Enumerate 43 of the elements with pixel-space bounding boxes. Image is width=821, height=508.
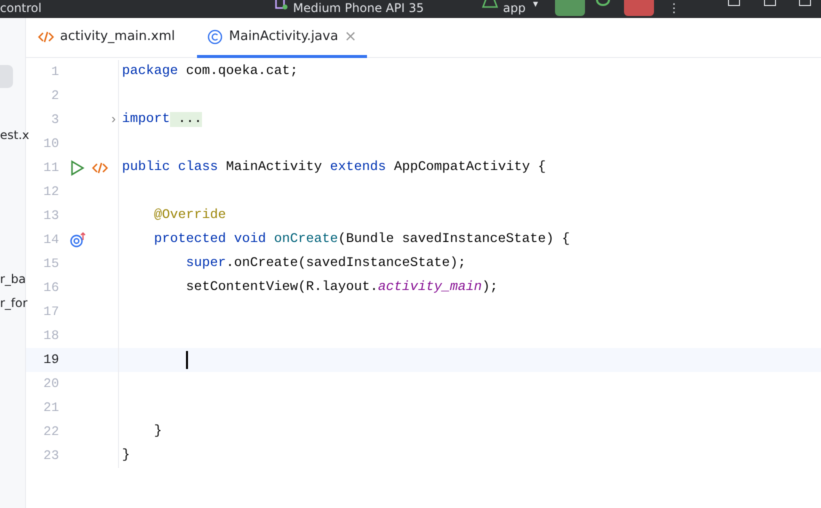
project-name[interactable]: control: [0, 1, 42, 16]
line-number: 18: [42, 327, 59, 346]
text-cursor: [186, 351, 188, 369]
line-number: 14: [42, 231, 59, 250]
line-number: 22: [42, 423, 59, 442]
line-number: 3: [50, 111, 59, 130]
file-tab[interactable]: activity_main.xml: [28, 18, 186, 58]
file-name[interactable]: r_for: [0, 294, 28, 312]
code-line: setContentView(R.layout.activity_main);: [184, 279, 498, 297]
line-number: 19: [42, 351, 59, 370]
code-line: package com.qoeka.cat;: [122, 63, 298, 81]
code-line: }: [122, 447, 130, 465]
code-line: @Override: [152, 207, 226, 225]
code-line: super.onCreate(savedInstanceState);: [184, 255, 466, 273]
device-icon: [274, 0, 288, 10]
line-number: 23: [42, 447, 59, 466]
class-icon: [207, 28, 224, 44]
line-number: 1: [50, 63, 59, 82]
code-line: import ...: [122, 111, 202, 129]
line-number: 13: [42, 207, 59, 226]
file-name[interactable]: est.x: [0, 126, 30, 144]
code-line: protected void onCreate(Bundle savedInstanceState) {: [152, 231, 570, 249]
caret-icon[interactable]: ▾: [533, 0, 538, 12]
line-number: 20: [42, 375, 59, 394]
more-icon[interactable]: ⋮: [668, 1, 680, 16]
code-line: }: [152, 423, 162, 441]
code-icon[interactable]: [92, 160, 108, 176]
line-number: 15: [42, 255, 59, 274]
line-number: 2: [50, 87, 59, 106]
file-tab[interactable]: MainActivity.java ×: [197, 18, 367, 58]
file-name[interactable]: r_ba: [0, 270, 26, 288]
line-number: 12: [42, 183, 59, 202]
run-icon[interactable]: [70, 160, 86, 176]
run-config[interactable]: app: [503, 1, 526, 16]
line-number: 10: [42, 135, 59, 154]
line-number: 21: [42, 399, 59, 418]
device-selector[interactable]: Medium Phone API 35: [293, 1, 424, 16]
fold-icon[interactable]: ›: [110, 112, 118, 128]
line-number: 16: [42, 279, 59, 298]
line-number: 17: [42, 303, 59, 322]
override-icon[interactable]: [70, 232, 86, 248]
line-number: 11: [42, 159, 59, 178]
code-line: public class MainActivity extends AppCompatActivity {: [122, 159, 546, 177]
